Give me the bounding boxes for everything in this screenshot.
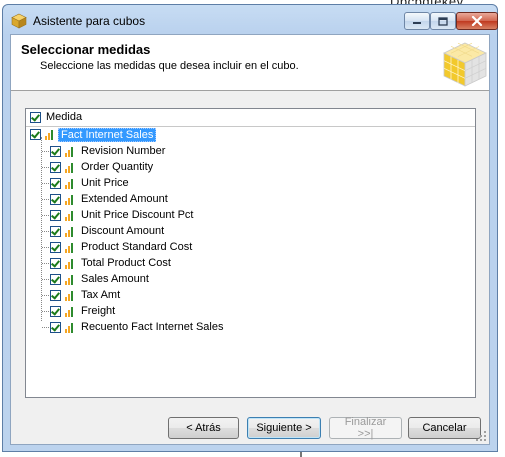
measure-checkbox[interactable] <box>50 322 61 333</box>
maximize-icon <box>438 16 448 26</box>
measure-label[interactable]: Order Quantity <box>81 161 153 173</box>
measure-checkbox[interactable] <box>50 306 61 317</box>
tree-connector-branch <box>42 247 49 248</box>
measure-checkbox[interactable] <box>50 274 61 285</box>
tree-connector-branch <box>42 327 49 328</box>
measure-checkbox[interactable] <box>50 258 61 269</box>
close-button[interactable] <box>456 12 498 30</box>
measure-icon <box>65 179 76 189</box>
tree-header: Medida <box>26 109 475 127</box>
minimize-button[interactable] <box>404 12 430 30</box>
measure-icon <box>65 227 76 237</box>
back-button[interactable]: < Atrás <box>168 417 239 439</box>
measure-icon <box>65 259 76 269</box>
title-bar[interactable]: Asistente para cubos <box>3 5 498 35</box>
page-subtitle: Seleccione las medidas que desea incluir… <box>40 60 299 72</box>
tree-connector-branch <box>42 295 49 296</box>
tree-connector-branch <box>42 263 49 264</box>
tree-connector-branch <box>42 279 49 280</box>
cancel-button[interactable]: Cancelar <box>408 417 481 439</box>
tree-connector-branch <box>42 199 49 200</box>
measure-icon <box>65 243 76 253</box>
measure-label[interactable]: Tax Amt <box>81 289 120 301</box>
measure-label[interactable]: Freight <box>81 305 115 317</box>
tree-connector-branch <box>42 311 49 312</box>
measure-group-icon <box>45 130 56 140</box>
root-checkbox[interactable] <box>30 129 41 140</box>
wizard-header: Seleccionar medidas Seleccione las medid… <box>11 35 489 91</box>
measure-icon <box>65 195 76 205</box>
tree-connector-branch <box>42 167 49 168</box>
finish-button: Finalizar >>| <box>329 416 402 440</box>
tree-connector-branch <box>42 183 49 184</box>
window-title: Asistente para cubos <box>33 14 146 28</box>
cube-app-icon <box>11 13 27 29</box>
column-header-medida: Medida <box>46 111 83 123</box>
tree-body: Fact Internet Sales Revision Number Order… <box>26 127 475 397</box>
measure-label[interactable]: Unit Price Discount Pct <box>81 209 193 221</box>
measure-label[interactable]: Total Product Cost <box>81 257 171 269</box>
measure-label[interactable]: Recuento Fact Internet Sales <box>81 321 223 333</box>
measure-icon <box>65 307 76 317</box>
page-title: Seleccionar medidas <box>21 42 151 57</box>
measure-checkbox[interactable] <box>50 226 61 237</box>
cube-wizard-window: Asistente para cubos Seleccionar medidas… <box>2 4 498 452</box>
tree-connector-branch <box>42 151 49 152</box>
measure-label[interactable]: Discount Amount <box>81 225 164 237</box>
measure-icon <box>65 147 76 157</box>
next-button[interactable]: Siguiente > <box>247 417 321 439</box>
measure-label[interactable]: Product Standard Cost <box>81 241 192 253</box>
tree-connector-branch <box>42 215 49 216</box>
minimize-icon <box>413 22 421 24</box>
measure-icon <box>65 275 76 285</box>
wizard-client-area: Seleccionar medidas Seleccione las medid… <box>10 34 490 445</box>
measure-checkbox[interactable] <box>50 210 61 221</box>
measure-icon <box>65 211 76 221</box>
cube-logo-icon <box>443 42 487 87</box>
measure-checkbox[interactable] <box>50 146 61 157</box>
measure-icon <box>65 163 76 173</box>
maximize-button[interactable] <box>430 12 456 30</box>
resize-grip-icon[interactable] <box>476 431 486 441</box>
measure-checkbox[interactable] <box>50 178 61 189</box>
measure-checkbox[interactable] <box>50 290 61 301</box>
measures-tree[interactable]: Medida Fact Internet Sales Revision Numb… <box>25 108 476 398</box>
measure-label[interactable]: Unit Price <box>81 177 129 189</box>
tree-connector-line <box>41 137 42 321</box>
measure-checkbox[interactable] <box>50 242 61 253</box>
measure-label[interactable]: Revision Number <box>81 145 165 157</box>
close-icon <box>471 16 483 26</box>
tree-connector-branch <box>42 231 49 232</box>
tree-root-label[interactable]: Fact Internet Sales <box>58 128 157 142</box>
measure-icon <box>65 323 76 333</box>
measure-checkbox[interactable] <box>50 162 61 173</box>
measure-label[interactable]: Extended Amount <box>81 193 168 205</box>
measure-checkbox[interactable] <box>50 194 61 205</box>
select-all-checkbox[interactable] <box>30 112 41 123</box>
measure-label[interactable]: Sales Amount <box>81 273 149 285</box>
measure-icon <box>65 291 76 301</box>
